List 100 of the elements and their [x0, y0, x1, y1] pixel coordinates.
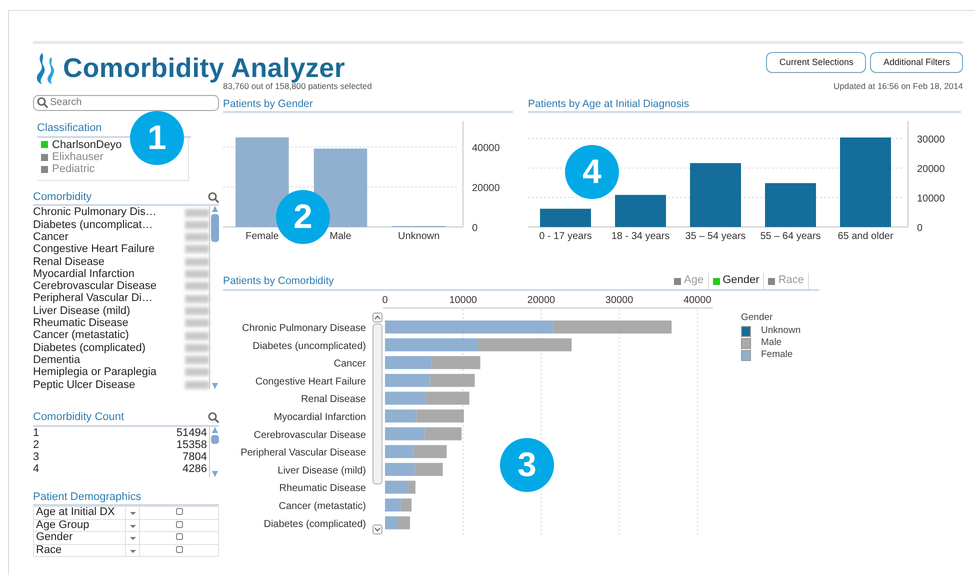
blurred-value [185, 306, 209, 315]
blurred-value [185, 208, 209, 217]
list-item[interactable]: Renal Disease [33, 256, 105, 268]
list-item[interactable]: Rheumatic Disease [33, 317, 128, 330]
dropdown-caret-icon[interactable] [130, 512, 136, 516]
tick-label: 20000 [917, 164, 945, 176]
chart-title: Patients by Age at Initial Diagnosis [528, 96, 690, 112]
category-label: Liver Disease (mild) [278, 465, 366, 476]
count-cell: 4 [33, 463, 40, 476]
category-label: Cerebrovascular Disease [254, 430, 366, 441]
header-button[interactable]: Additional Filters [870, 52, 963, 73]
scroll-thumb[interactable] [210, 214, 218, 242]
updated-timestamp: Updated at 16:56 on Feb 18, 2014 [834, 80, 963, 93]
tick-label: 40000 [472, 143, 500, 154]
search-field[interactable]: Search [33, 94, 219, 110]
blurred-value [185, 270, 209, 278]
callout-badge: 4 [565, 145, 619, 199]
list-item[interactable]: Myocardial Infarction [33, 268, 134, 280]
section-title: Comorbidity Count [33, 410, 124, 425]
count-cell: 2 [33, 438, 40, 452]
search-icon [208, 192, 219, 204]
row-label: Age at Initial DX [34, 506, 126, 520]
checkbox[interactable] [176, 533, 182, 540]
list-item[interactable]: Diabetes (complicated) [33, 342, 146, 354]
category-label: 65 and older [838, 231, 894, 242]
tick-label: 20000 [472, 183, 500, 194]
category-label: Congestive Heart Failure [255, 376, 366, 388]
search-icon [37, 97, 48, 108]
list-item[interactable]: Liver Disease (mild) [33, 304, 130, 318]
patients-cell: 15358 [176, 438, 207, 452]
patients-cell: 51494 [176, 426, 207, 439]
list-item[interactable]: Hemiplegia or Paraplegia [33, 366, 157, 379]
category-label: Renal Disease [300, 394, 366, 406]
dropdown-caret-icon[interactable] [130, 550, 136, 553]
tick-label: 30000 [917, 135, 945, 146]
blurred-value [185, 233, 209, 242]
checkbox[interactable] [176, 520, 182, 528]
blurred-value [185, 220, 209, 229]
header-button[interactable]: Current Selections [766, 52, 866, 73]
tick-label: 0 [917, 223, 923, 234]
list-item[interactable]: Congestive Heart Failure [33, 243, 155, 256]
section-title: Patient Demographics [33, 490, 142, 504]
blurred-value [185, 245, 209, 254]
scroll-thumb[interactable] [210, 434, 218, 444]
callout-badge: 3 [500, 438, 554, 492]
category-label: Diabetes (complicated) [264, 518, 366, 530]
category-label: 0 - 17 years [539, 231, 592, 242]
dropdown-caret-icon[interactable] [130, 537, 136, 540]
category-label: Unknown [398, 231, 440, 242]
blurred-value [185, 282, 209, 290]
category-label: 55 – 64 years [760, 231, 821, 242]
category-label: Cancer (metastatic) [278, 500, 366, 512]
section-title: Comorbidity [33, 190, 92, 204]
chart-title: Patients by Gender [223, 96, 313, 112]
scrollbar[interactable] [209, 206, 219, 390]
tick-label: 10000 [917, 194, 945, 205]
list-item[interactable]: Peptic Ulcer Disease [33, 378, 136, 391]
row-label: Race [34, 544, 126, 557]
search-icon [208, 412, 219, 424]
list-item[interactable]: Cerebrovascular Disease [33, 280, 156, 292]
category-label: Peripheral Vascular Disease [240, 447, 366, 458]
scroll-down-icon[interactable] [212, 383, 218, 390]
row-label: Age Group [34, 519, 126, 532]
list-item[interactable]: Peripheral Vascular Di… [33, 292, 153, 305]
scrollbar[interactable] [209, 426, 219, 477]
tick-label: 0 [472, 223, 478, 234]
blurred-value [185, 344, 209, 352]
dropdown-caret-icon[interactable] [130, 524, 136, 528]
list-item[interactable]: Cancer [33, 230, 68, 244]
tick-label: 20000 [527, 294, 556, 306]
category-label: 35 – 54 years [685, 231, 746, 242]
list-item[interactable]: Chronic Pulmonary Dis… [33, 206, 156, 219]
legend-label: Male [761, 337, 782, 350]
count-cell: 3 [33, 451, 40, 464]
list-item[interactable]: Diabetes (uncomplicat… [33, 218, 153, 231]
scrollbar[interactable] [372, 312, 382, 534]
legend-title: Gender [741, 310, 774, 325]
category-label: Cancer [334, 358, 366, 370]
tick-label: 0 [382, 294, 388, 306]
checkbox[interactable] [176, 546, 182, 553]
toggle-option[interactable]: Gender [708, 273, 764, 289]
legend-label: Female [761, 349, 793, 362]
category-label: 18 - 34 years [611, 231, 670, 242]
category-label: Female [245, 231, 279, 242]
checkbox[interactable] [176, 508, 182, 516]
category-label: Male [330, 231, 352, 242]
category-label: Myocardial Infarction [274, 412, 366, 423]
classification-option[interactable]: Pediatric [41, 163, 188, 176]
chart-title: Patients by Comorbidity [223, 274, 334, 289]
list-item[interactable]: Cancer (metastatic) [33, 329, 129, 342]
tick-label: 40000 [683, 294, 712, 306]
category-label: Rheumatic Disease [279, 483, 366, 494]
blurred-value [185, 319, 209, 328]
callout-badge: 1 [130, 111, 184, 165]
blurred-value [185, 380, 209, 389]
blurred-value [185, 294, 209, 303]
scroll-down-icon[interactable] [212, 470, 218, 477]
count-cell: 1 [33, 426, 40, 439]
list-item[interactable]: Dementia [33, 354, 80, 366]
patients-cell: 7804 [182, 451, 207, 464]
